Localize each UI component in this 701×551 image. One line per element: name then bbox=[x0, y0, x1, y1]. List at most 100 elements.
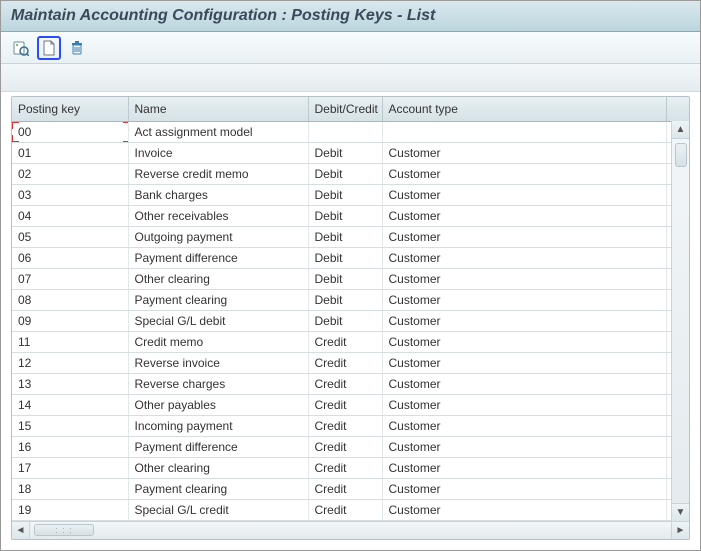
cell-account-type[interactable]: Customer bbox=[382, 499, 667, 520]
cell-debit-credit[interactable]: Credit bbox=[308, 457, 382, 478]
cell-debit-credit[interactable]: Debit bbox=[308, 184, 382, 205]
cell-name[interactable]: Outgoing payment bbox=[128, 226, 308, 247]
table-row[interactable]: 09Special G/L debitDebitCustomer bbox=[12, 310, 689, 331]
delete-button[interactable] bbox=[65, 36, 89, 60]
cell-debit-credit[interactable]: Credit bbox=[308, 331, 382, 352]
col-header-account-type[interactable]: Account type bbox=[382, 97, 667, 121]
cell-debit-credit[interactable]: Debit bbox=[308, 205, 382, 226]
cell-account-type[interactable]: Customer bbox=[382, 184, 667, 205]
cell-debit-credit[interactable]: Debit bbox=[308, 247, 382, 268]
cell-posting-key[interactable]: 11 bbox=[12, 331, 128, 352]
cell-name[interactable]: Payment clearing bbox=[128, 289, 308, 310]
cell-posting-key[interactable]: 09 bbox=[12, 310, 128, 331]
cell-account-type[interactable]: Customer bbox=[382, 352, 667, 373]
cell-account-type[interactable]: Customer bbox=[382, 226, 667, 247]
cell-name[interactable]: Special G/L debit bbox=[128, 310, 308, 331]
cell-posting-key[interactable]: 03 bbox=[12, 184, 128, 205]
cell-debit-credit[interactable]: Credit bbox=[308, 394, 382, 415]
cell-name[interactable]: Act assignment model bbox=[128, 121, 308, 142]
cell-debit-credit[interactable]: Debit bbox=[308, 226, 382, 247]
cell-debit-credit[interactable]: Credit bbox=[308, 373, 382, 394]
new-entry-button[interactable] bbox=[37, 36, 61, 60]
cell-name[interactable]: Special G/L credit bbox=[128, 499, 308, 520]
cell-debit-credit[interactable]: Debit bbox=[308, 142, 382, 163]
cell-posting-key[interactable]: 13 bbox=[12, 373, 128, 394]
cell-name[interactable]: Other payables bbox=[128, 394, 308, 415]
cell-posting-key[interactable]: 01 bbox=[12, 142, 128, 163]
table-row[interactable]: 15Incoming paymentCreditCustomer bbox=[12, 415, 689, 436]
table-row[interactable]: 02Reverse credit memoDebitCustomer bbox=[12, 163, 689, 184]
table-row[interactable]: 01InvoiceDebitCustomer bbox=[12, 142, 689, 163]
table-row[interactable]: 12Reverse invoiceCreditCustomer bbox=[12, 352, 689, 373]
cell-posting-key[interactable]: 06 bbox=[12, 247, 128, 268]
cell-account-type[interactable]: Customer bbox=[382, 205, 667, 226]
vertical-scrollbar[interactable]: ▲ ▼ bbox=[671, 121, 689, 521]
cell-account-type[interactable]: Customer bbox=[382, 415, 667, 436]
cell-posting-key[interactable]: 19 bbox=[12, 499, 128, 520]
table-row[interactable]: 00Act assignment model bbox=[12, 121, 689, 142]
table-row[interactable]: 03Bank chargesDebitCustomer bbox=[12, 184, 689, 205]
cell-name[interactable]: Reverse credit memo bbox=[128, 163, 308, 184]
table-row[interactable]: 04Other receivablesDebitCustomer bbox=[12, 205, 689, 226]
cell-name[interactable]: Other clearing bbox=[128, 457, 308, 478]
cell-debit-credit[interactable]: Credit bbox=[308, 415, 382, 436]
horizontal-scrollbar[interactable]: ◄ : : : ► bbox=[12, 521, 689, 539]
cell-posting-key[interactable]: 16 bbox=[12, 436, 128, 457]
cell-name[interactable]: Payment difference bbox=[128, 436, 308, 457]
cell-posting-key[interactable]: 07 bbox=[12, 268, 128, 289]
cell-debit-credit[interactable]: Debit bbox=[308, 310, 382, 331]
scroll-up-icon[interactable]: ▲ bbox=[672, 121, 689, 139]
cell-posting-key[interactable]: 12 bbox=[12, 352, 128, 373]
cell-posting-key[interactable]: 14 bbox=[12, 394, 128, 415]
cell-name[interactable]: Reverse invoice bbox=[128, 352, 308, 373]
table-row[interactable]: 13Reverse chargesCreditCustomer bbox=[12, 373, 689, 394]
scroll-down-icon[interactable]: ▼ bbox=[672, 503, 689, 521]
scroll-left-icon[interactable]: ◄ bbox=[12, 522, 30, 539]
cell-name[interactable]: Other receivables bbox=[128, 205, 308, 226]
cell-account-type[interactable]: Customer bbox=[382, 331, 667, 352]
cell-name[interactable]: Other clearing bbox=[128, 268, 308, 289]
cell-posting-key[interactable]: 04 bbox=[12, 205, 128, 226]
cell-name[interactable]: Credit memo bbox=[128, 331, 308, 352]
cell-account-type[interactable]: Customer bbox=[382, 478, 667, 499]
cell-posting-key[interactable]: 15 bbox=[12, 415, 128, 436]
cell-name[interactable]: Payment difference bbox=[128, 247, 308, 268]
table-row[interactable]: 18Payment clearingCreditCustomer bbox=[12, 478, 689, 499]
table-row[interactable]: 14Other payablesCreditCustomer bbox=[12, 394, 689, 415]
cell-posting-key[interactable]: 17 bbox=[12, 457, 128, 478]
cell-name[interactable]: Invoice bbox=[128, 142, 308, 163]
details-button[interactable] bbox=[9, 36, 33, 60]
cell-account-type[interactable] bbox=[382, 121, 667, 142]
cell-debit-credit[interactable]: Credit bbox=[308, 478, 382, 499]
table-row[interactable]: 19Special G/L creditCreditCustomer bbox=[12, 499, 689, 520]
table-row[interactable]: 07Other clearingDebitCustomer bbox=[12, 268, 689, 289]
cell-debit-credit[interactable] bbox=[308, 121, 382, 142]
col-header-name[interactable]: Name bbox=[128, 97, 308, 121]
cell-account-type[interactable]: Customer bbox=[382, 457, 667, 478]
cell-debit-credit[interactable]: Credit bbox=[308, 436, 382, 457]
cell-posting-key[interactable]: 05 bbox=[12, 226, 128, 247]
hscroll-thumb[interactable]: : : : bbox=[34, 524, 94, 536]
cell-account-type[interactable]: Customer bbox=[382, 268, 667, 289]
cell-name[interactable]: Reverse charges bbox=[128, 373, 308, 394]
table-row[interactable]: 16Payment differenceCreditCustomer bbox=[12, 436, 689, 457]
cell-posting-key[interactable]: 00 bbox=[12, 121, 128, 142]
cell-name[interactable]: Payment clearing bbox=[128, 478, 308, 499]
cell-debit-credit[interactable]: Debit bbox=[308, 289, 382, 310]
cell-account-type[interactable]: Customer bbox=[382, 310, 667, 331]
cell-posting-key[interactable]: 02 bbox=[12, 163, 128, 184]
col-header-posting-key[interactable]: Posting key bbox=[12, 97, 128, 121]
cell-account-type[interactable]: Customer bbox=[382, 436, 667, 457]
cell-account-type[interactable]: Customer bbox=[382, 163, 667, 184]
cell-account-type[interactable]: Customer bbox=[382, 247, 667, 268]
scroll-right-icon[interactable]: ► bbox=[671, 522, 689, 539]
cell-debit-credit[interactable]: Credit bbox=[308, 352, 382, 373]
cell-posting-key[interactable]: 18 bbox=[12, 478, 128, 499]
cell-name[interactable]: Bank charges bbox=[128, 184, 308, 205]
table-row[interactable]: 05Outgoing paymentDebitCustomer bbox=[12, 226, 689, 247]
cell-account-type[interactable]: Customer bbox=[382, 373, 667, 394]
col-header-debit-credit[interactable]: Debit/Credit bbox=[308, 97, 382, 121]
cell-debit-credit[interactable]: Credit bbox=[308, 499, 382, 520]
table-row[interactable]: 08Payment clearingDebitCustomer bbox=[12, 289, 689, 310]
table-row[interactable]: 06Payment differenceDebitCustomer bbox=[12, 247, 689, 268]
